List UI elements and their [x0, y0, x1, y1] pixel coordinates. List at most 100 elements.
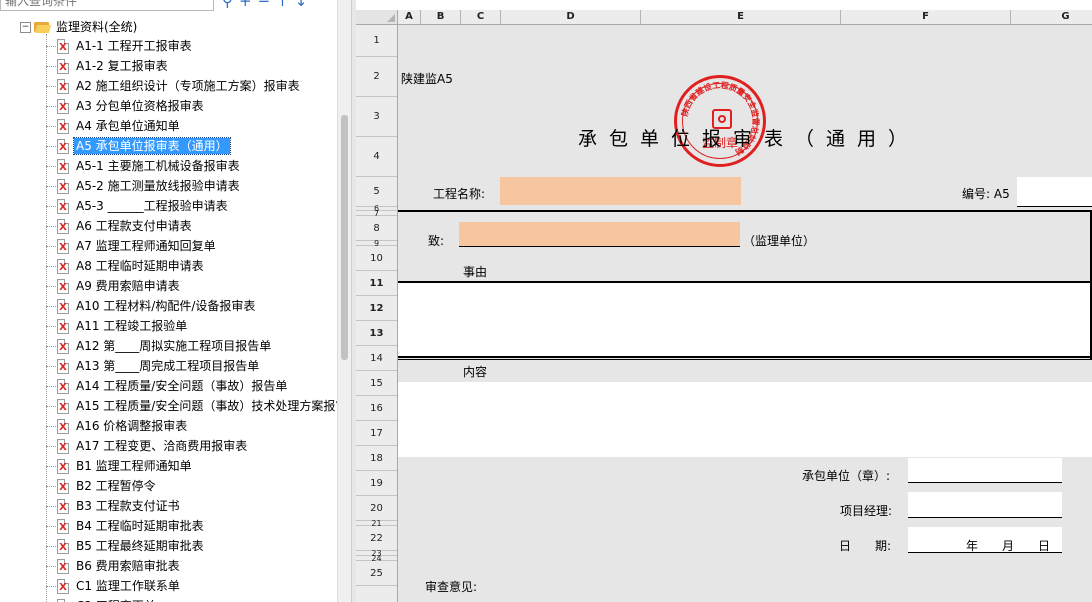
excel-doc-icon: X — [57, 198, 69, 214]
column-header[interactable]: E — [641, 10, 841, 24]
row-header[interactable]: 16 — [356, 396, 397, 421]
date-field[interactable]: 年 月 日 — [908, 527, 1062, 553]
excel-doc-icon: X — [57, 238, 69, 254]
tree-branch-line — [46, 305, 56, 307]
excel-doc-icon: X — [57, 98, 69, 114]
tree-item-label: A5-1 主要施工机械设备报审表 — [76, 159, 240, 173]
tree-item[interactable]: X A1-1 工程开工报审表 — [46, 36, 194, 56]
search-input[interactable] — [0, 0, 214, 11]
tree-item[interactable]: X A5 承包单位报审表（通用） — [46, 136, 231, 156]
tree-item[interactable]: X B3 工程款支付证书 — [46, 496, 182, 516]
row-header[interactable]: 12 — [356, 296, 397, 321]
row-header[interactable]: 5 — [356, 177, 397, 207]
column-header[interactable]: A — [398, 10, 421, 24]
tree-item[interactable]: X B1 监理工程师通知单 — [46, 456, 194, 476]
column-header[interactable]: F — [841, 10, 1011, 24]
excel-doc-icon: X — [57, 398, 69, 414]
arrow-up-icon[interactable]: ↑ — [276, 0, 289, 10]
excel-doc-icon: X — [57, 158, 69, 174]
project-name-label: 工程名称: — [433, 187, 486, 201]
row-header[interactable]: 2 — [356, 57, 397, 97]
tree-branch-line — [46, 565, 56, 567]
column-header[interactable]: C — [461, 10, 501, 24]
tree-item[interactable]: X A9 费用索赔申请表 — [46, 276, 182, 296]
row-header[interactable]: 11 — [356, 271, 397, 296]
contractor-field[interactable] — [908, 458, 1062, 483]
tree-item[interactable]: X A6 工程款支付申请表 — [46, 216, 194, 236]
search-icon[interactable]: ⚲ — [222, 0, 233, 10]
reason-bottom-border — [398, 356, 1092, 358]
reason-top-border — [398, 281, 1092, 283]
tree-item[interactable]: X A5-1 主要施工机械设备报审表 — [46, 156, 242, 176]
tree-branch-line — [46, 545, 56, 547]
tree-item[interactable]: X B4 工程临时延期审批表 — [46, 516, 206, 536]
row-header[interactable]: 25 — [356, 561, 397, 586]
excel-doc-icon: X — [57, 578, 69, 594]
tree-item[interactable]: X B2 工程暂停令 — [46, 476, 158, 496]
tree-branch-line — [46, 85, 56, 87]
tree-item[interactable]: X A5-2 施工测量放线报验申请表 — [46, 176, 242, 196]
row-header[interactable]: 14 — [356, 346, 397, 371]
manager-label: 项目经理: — [840, 504, 893, 518]
tree-item[interactable]: X A7 监理工程师通知回复单 — [46, 236, 218, 256]
tree-item[interactable]: X A3 分包单位资格报审表 — [46, 96, 206, 116]
remove-icon[interactable]: − — [258, 0, 271, 10]
contractor-label: 承包单位（章）: — [802, 469, 891, 483]
excel-doc-icon: X — [57, 418, 69, 434]
row-header[interactable]: 20 — [356, 496, 397, 521]
row-header[interactable]: 4 — [356, 137, 397, 177]
collapse-icon[interactable]: − — [20, 21, 31, 33]
excel-doc-icon: X — [57, 538, 69, 554]
excel-doc-icon: X — [57, 218, 69, 234]
row-header[interactable]: 1 — [356, 25, 397, 57]
add-icon[interactable]: + — [239, 0, 252, 10]
row-header[interactable]: 8 — [356, 216, 397, 241]
row-header[interactable]: 15 — [356, 371, 397, 396]
manager-field[interactable] — [908, 492, 1062, 518]
tree-item[interactable]: X A2 施工组织设计（专项施工方案）报审表 — [46, 76, 302, 96]
row-header[interactable]: 18 — [356, 446, 397, 471]
tree-item[interactable]: X A1-2 复工报审表 — [46, 56, 170, 76]
row-header[interactable]: 13 — [356, 321, 397, 346]
project-name-field[interactable] — [500, 177, 741, 205]
tree-item[interactable]: X C1 监理工作联系单 — [46, 576, 182, 596]
column-header[interactable]: B — [421, 10, 461, 24]
excel-doc-icon: X — [57, 138, 69, 154]
tree-item[interactable]: X A17 工程变更、洽商费用报审表 — [46, 436, 249, 456]
to-field[interactable] — [459, 222, 740, 247]
tree-root[interactable]: − 监理资料(全统) — [20, 18, 139, 36]
tree-item[interactable]: X A12 第____周拟实施工程项目报告单 — [46, 336, 273, 356]
row-header[interactable]: 22 — [356, 526, 397, 551]
tree-item-label: A9 费用索赔申请表 — [76, 279, 180, 293]
tree-item[interactable]: X A15 工程质量/安全问题（事故）技术处理方案报审表 — [46, 396, 337, 416]
tree-item[interactable]: X A16 价格调整报审表 — [46, 416, 189, 436]
column-headers: ABCDEFGHI — [398, 10, 1092, 25]
row-header[interactable]: 19 — [356, 471, 397, 496]
tree-item[interactable]: X B6 费用索赔审批表 — [46, 556, 182, 576]
tree-item[interactable]: X A10 工程材料/构配件/设备报审表 — [46, 296, 257, 316]
content-area[interactable] — [398, 382, 1092, 457]
tree-branch-line — [46, 125, 56, 127]
tree-scrollbar[interactable] — [337, 0, 352, 602]
tree-item[interactable]: X A5-3 ______工程报验申请表 — [46, 196, 230, 216]
row-header[interactable]: 17 — [356, 421, 397, 446]
tree-root-label: 监理资料(全统) — [56, 20, 138, 34]
row-header[interactable]: 10 — [356, 246, 397, 271]
row-header[interactable]: 3 — [356, 97, 397, 137]
tree-item[interactable]: X A4 承包单位通知单 — [46, 116, 182, 136]
tree-item[interactable]: X A8 工程临时延期申请表 — [46, 256, 206, 276]
excel-doc-icon: X — [57, 318, 69, 334]
tree-branch-line — [46, 485, 56, 487]
tree-item[interactable]: X A14 工程质量/安全问题（事故）报告单 — [46, 376, 289, 396]
tree-item[interactable]: X A11 工程竣工报验单 — [46, 316, 189, 336]
column-header[interactable]: G — [1011, 10, 1092, 24]
scrollbar-thumb[interactable] — [341, 115, 348, 360]
tree-branch-line — [46, 385, 56, 387]
tree-item[interactable]: X C2 工程变更单 — [46, 596, 158, 602]
number-field[interactable] — [1017, 177, 1092, 207]
select-all-corner[interactable] — [356, 10, 398, 25]
arrow-down-icon[interactable]: ↓ — [295, 0, 308, 10]
column-header[interactable]: D — [501, 10, 641, 24]
tree-item[interactable]: X B5 工程最终延期审批表 — [46, 536, 206, 556]
tree-item[interactable]: X A13 第____周完成工程项目报告单 — [46, 356, 261, 376]
